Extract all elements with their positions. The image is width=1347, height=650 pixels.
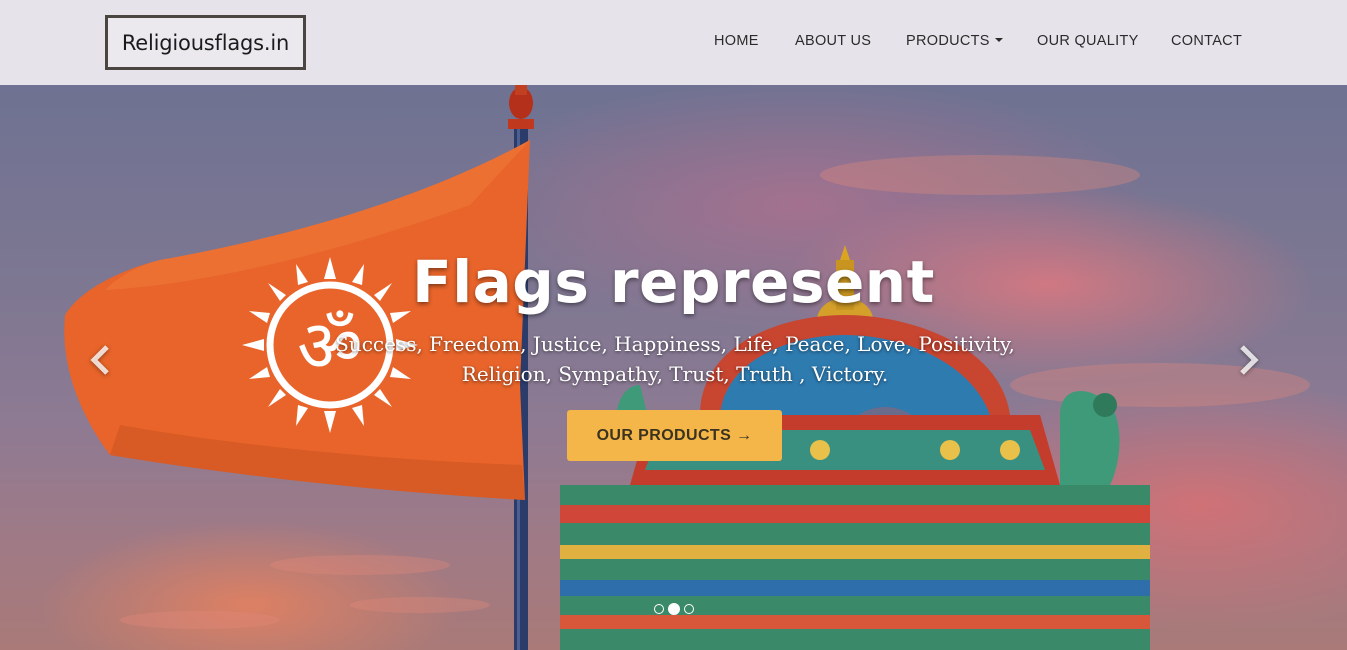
hero-carousel: ॐ Flags represent Success, Freedom, Just… bbox=[0, 85, 1347, 650]
carousel-prev-button[interactable] bbox=[82, 340, 118, 380]
nav-contact[interactable]: CONTACT bbox=[1171, 33, 1242, 49]
chevron-right-icon bbox=[1240, 345, 1259, 375]
carousel-indicator-1[interactable] bbox=[654, 604, 664, 614]
nav-our-quality[interactable]: OUR QUALITY bbox=[1037, 33, 1139, 49]
carousel-next-button[interactable] bbox=[1231, 340, 1267, 380]
hero-subtitle: Success, Freedom, Justice, Happiness, Li… bbox=[335, 332, 1015, 386]
hero-title: Flags represent bbox=[412, 248, 935, 316]
carousel-indicators bbox=[654, 603, 694, 615]
chevron-left-icon bbox=[90, 345, 109, 375]
carousel-indicator-2[interactable] bbox=[668, 603, 680, 615]
caret-down-icon bbox=[994, 38, 1003, 42]
nav-about-us[interactable]: ABOUT US bbox=[795, 33, 871, 49]
nav-home[interactable]: HOME bbox=[714, 33, 759, 49]
our-products-button[interactable]: OUR PRODUCTS → bbox=[567, 410, 782, 461]
carousel-indicator-3[interactable] bbox=[684, 604, 694, 614]
site-logo[interactable]: Religiousflags.in bbox=[105, 15, 306, 70]
nav-products[interactable]: PRODUCTS bbox=[906, 33, 1003, 49]
site-header: Religiousflags.in HOME ABOUT US PRODUCTS… bbox=[0, 0, 1347, 85]
nav-products-label: PRODUCTS bbox=[906, 33, 990, 49]
